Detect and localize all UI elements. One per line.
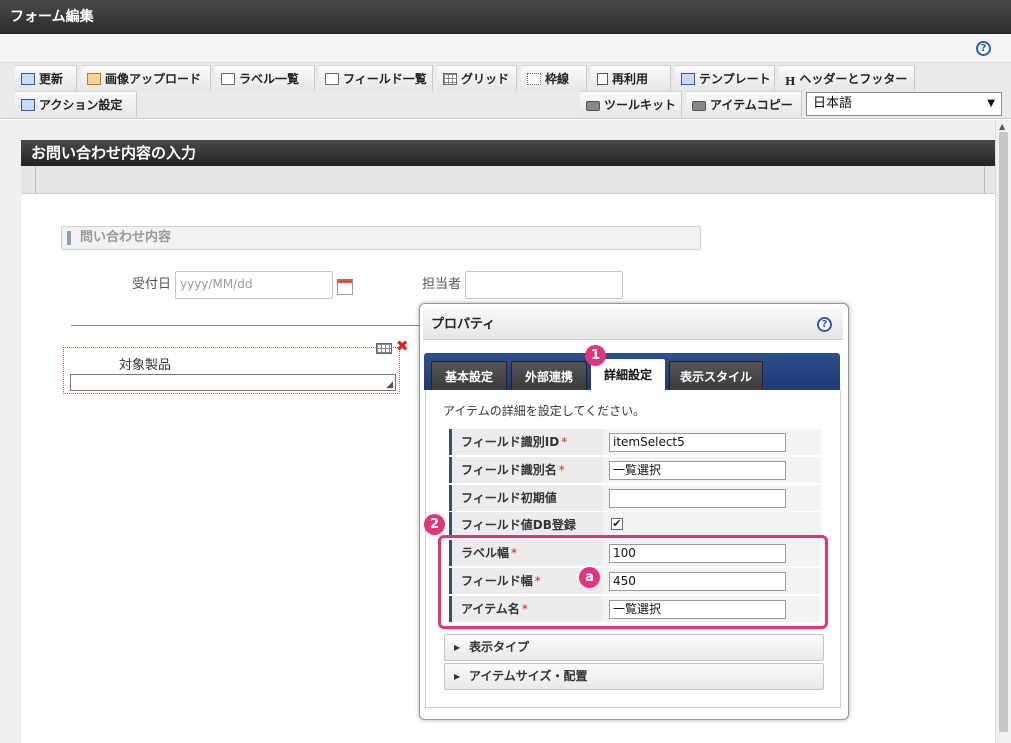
grid-button[interactable]: グリッド <box>437 65 517 91</box>
label-list-button[interactable]: ラベル一覧 <box>215 65 315 91</box>
field-name-input[interactable]: 一覧選択 <box>609 461 786 480</box>
action-settings-button[interactable]: アクション設定 <box>15 91 137 117</box>
image-icon <box>87 73 101 85</box>
section-title[interactable]: 問い合わせ内容 <box>61 226 701 250</box>
chevron-down-icon: ▼ <box>987 98 995 109</box>
resize-handle-icon[interactable]: ◢ <box>386 380 393 390</box>
item-copy-button[interactable]: アイテムコピー <box>686 91 802 117</box>
action-icon <box>21 99 35 111</box>
properties-header: プロパティ <box>423 309 843 340</box>
tab-detail-settings[interactable]: 詳細設定 <box>591 359 665 391</box>
refresh-icon <box>21 73 35 85</box>
help-icon[interactable]: ? <box>976 41 991 56</box>
scroll-thumb[interactable] <box>999 132 1008 732</box>
item-list-select[interactable]: ◢ <box>70 374 396 391</box>
list-icon <box>221 73 235 85</box>
image-upload-button[interactable]: 画像アップロード <box>81 65 211 91</box>
form-title: お問い合わせ内容の入力 <box>21 140 995 166</box>
help-bar: ? <box>0 34 1011 63</box>
help-icon[interactable]: ? <box>817 317 832 332</box>
db-register-checkbox[interactable]: ✔ <box>611 518 623 530</box>
received-date-input[interactable]: yyyy/MM/dd <box>175 271 333 299</box>
assignee-input[interactable] <box>465 271 623 299</box>
tab-external-link[interactable]: 外部連携 <box>511 361 587 391</box>
reuse-button[interactable]: 再利用 <box>591 65 671 91</box>
field-id-input[interactable]: itemSelect5 <box>609 433 786 452</box>
window-title: フォーム編集 <box>0 0 1011 34</box>
tab-display-style[interactable]: 表示スタイル <box>669 361 763 391</box>
received-date-label: 受付日 <box>132 277 172 292</box>
divider-line <box>71 325 431 326</box>
form-subheader <box>21 166 995 194</box>
toolkit-icon <box>586 101 600 111</box>
language-select[interactable]: 日本語 ▼ <box>806 92 1002 116</box>
template-icon <box>681 73 695 85</box>
accordion-display-type[interactable]: ▶ 表示タイプ <box>444 634 824 661</box>
border-icon <box>527 73 541 85</box>
property-row-field-name: フィールド識別名 * 一覧選択 <box>449 457 821 483</box>
property-row-initial-value: フィールド初期値 <box>449 485 821 511</box>
expand-icon: ▶ <box>454 643 461 652</box>
vertical-scrollbar[interactable]: ▲ <box>995 120 1011 743</box>
tab-basic-settings[interactable]: 基本設定 <box>431 361 507 391</box>
annotation-highlight-box <box>438 535 828 629</box>
calendar-icon[interactable] <box>337 279 353 295</box>
document-icon <box>597 73 608 85</box>
update-button[interactable]: 更新 <box>15 65 77 91</box>
annotation-badge-1: 1 <box>585 345 606 366</box>
header-footer-button[interactable]: H ヘッダーとフッター <box>779 65 915 91</box>
grid-icon[interactable] <box>376 343 392 354</box>
close-icon[interactable]: ✖ <box>396 339 409 354</box>
template-button[interactable]: テンプレート <box>675 65 775 91</box>
scroll-up-icon[interactable]: ▲ <box>999 122 1005 131</box>
expand-icon: ▶ <box>454 672 461 681</box>
border-button[interactable]: 枠線 <box>521 65 587 91</box>
annotation-badge-a: a <box>579 567 600 588</box>
copy-icon <box>692 101 706 111</box>
list-icon <box>325 73 339 85</box>
field-list-button[interactable]: フィールド一覧 <box>319 65 433 91</box>
initial-value-input[interactable] <box>609 489 786 508</box>
assignee-label: 担当者 <box>422 277 462 292</box>
toolkit-button[interactable]: ツールキット <box>580 91 682 117</box>
properties-description: アイテムの詳細を設定してください。 <box>443 404 646 418</box>
annotation-badge-2: 2 <box>424 514 445 535</box>
grid-icon <box>443 73 457 85</box>
property-row-field-id: フィールド識別ID * itemSelect5 <box>449 429 821 455</box>
accordion-item-size-layout[interactable]: ▶ アイテムサイズ・配置 <box>444 663 824 690</box>
item-label: 対象製品 <box>119 358 172 373</box>
